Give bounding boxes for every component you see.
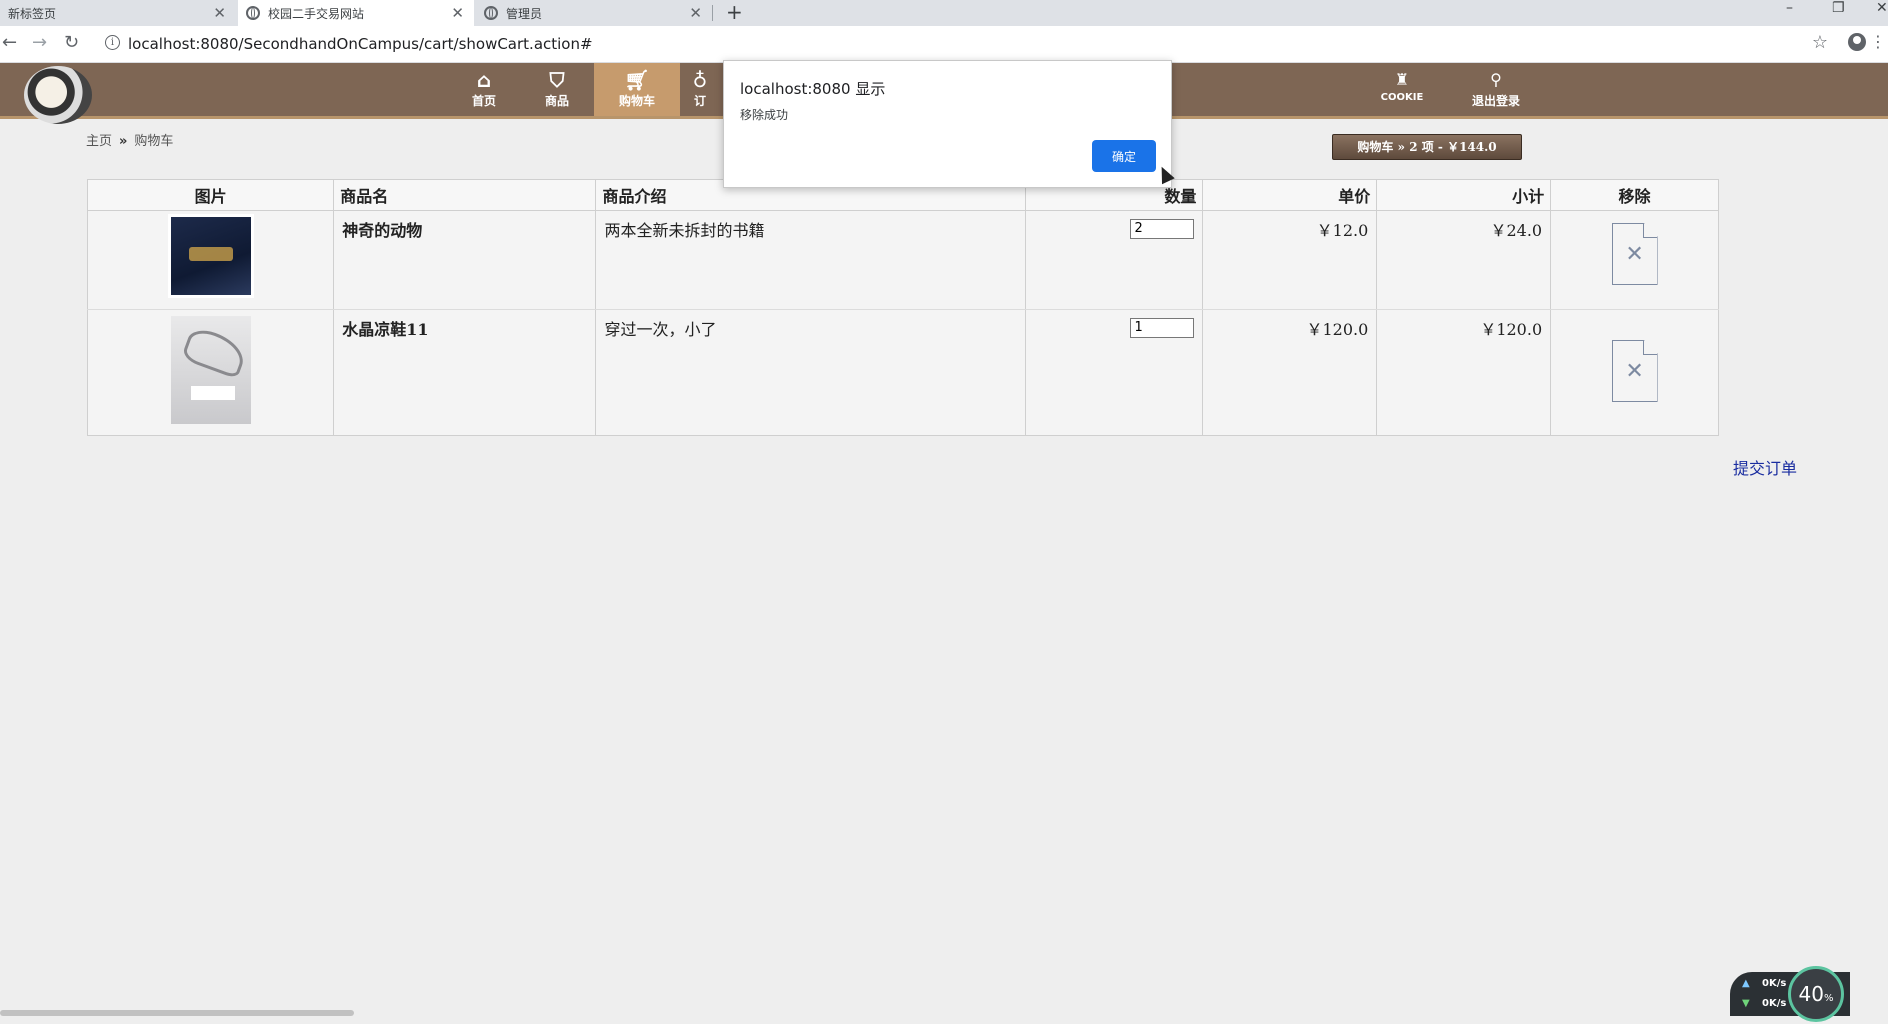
download-speed: 0K/s	[1762, 998, 1787, 1009]
remove-item-icon[interactable]: ✕	[1611, 340, 1658, 402]
bookmark-star-icon[interactable]: ☆	[1812, 32, 1828, 53]
cart-table: 图片 商品名 商品介绍 数量 单价 小计 移除 神奇的动物 两本全新未拆封的书籍…	[86, 179, 1719, 436]
cookie-icon: ♜	[1394, 70, 1410, 89]
tab-close-icon[interactable]: ✕	[689, 4, 702, 22]
product-name: 神奇的动物	[333, 210, 597, 310]
table-row: 神奇的动物 两本全新未拆封的书籍 ￥12.0 ￥24.0 ✕	[86, 210, 1719, 310]
browser-tab-bar: 新标签页 ✕ 校园二手交易网站 ✕ 管理员 ✕ + – ❐ ✕	[0, 0, 1888, 26]
remove-item-icon[interactable]: ✕	[1611, 223, 1658, 285]
tab-close-icon[interactable]: ✕	[451, 4, 464, 22]
account-icon[interactable]	[1848, 33, 1866, 51]
remove-cell: ✕	[1550, 210, 1719, 310]
nav-home[interactable]: ⌂ 首页	[448, 63, 520, 116]
nav-cookie[interactable]: ♜ COOKIE	[1364, 63, 1440, 116]
nav-home-label: 首页	[471, 94, 496, 108]
quantity-input[interactable]	[1130, 218, 1195, 239]
nav-cart-label: 购物车	[618, 94, 655, 108]
dialog-message: 移除成功	[740, 108, 789, 122]
product-image-cell	[86, 210, 335, 310]
horizontal-scrollbar[interactable]	[0, 1010, 354, 1016]
address-bar: ← → ↻ i localhost:8080/SecondhandOnCampu…	[0, 26, 1888, 63]
breadcrumb: 主页 » 购物车	[86, 130, 173, 149]
tab-admin[interactable]: 管理员 ✕	[476, 0, 712, 26]
info-icon[interactable]: i	[105, 35, 120, 50]
cpu-gauge[interactable]: 40%	[1788, 966, 1844, 1022]
back-arrow-icon[interactable]: ←	[2, 32, 17, 53]
alert-dialog: localhost:8080 显示 移除成功 确定	[723, 60, 1172, 188]
header-subtotal: 小计	[1376, 179, 1552, 211]
cart-icon: 🛒︎	[624, 68, 650, 92]
logout-icon: ⚲	[1490, 70, 1502, 89]
order-icon: ♁	[692, 68, 708, 92]
gauge-unit: %	[1823, 993, 1834, 1004]
tab-separator	[712, 5, 713, 21]
download-arrow-icon: ▼	[1742, 998, 1750, 1009]
cart-summary-badge[interactable]: 购物车 » 2 项 - ￥144.0	[1332, 134, 1522, 160]
nav-logout-label: 退出登录	[1471, 94, 1520, 108]
header-remove: 移除	[1550, 179, 1719, 211]
nav-products-label: 商品	[544, 94, 569, 108]
nav-logout[interactable]: ⚲ 退出登录	[1458, 63, 1534, 116]
product-image-shoe[interactable]	[170, 316, 251, 424]
new-tab-plus-icon[interactable]: +	[726, 0, 743, 24]
breadcrumb-current: 购物车	[134, 134, 174, 149]
restore-icon[interactable]: ❐	[1832, 0, 1845, 16]
globe-icon	[484, 6, 498, 20]
product-image-cell	[86, 309, 335, 436]
header-price: 单价	[1202, 179, 1378, 211]
reload-icon[interactable]: ↻	[64, 32, 79, 53]
tab-title: 新标签页	[8, 6, 57, 21]
quantity-cell	[1024, 210, 1204, 310]
subtotal: ￥120.0	[1376, 309, 1552, 436]
site-logo[interactable]	[24, 66, 92, 124]
more-menu-icon[interactable]: ⋮	[1870, 32, 1886, 51]
forward-arrow-icon[interactable]: →	[32, 32, 47, 53]
unit-price: ￥120.0	[1202, 309, 1378, 436]
breadcrumb-separator: »	[119, 134, 128, 149]
minimize-icon[interactable]: –	[1786, 0, 1793, 16]
quantity-input[interactable]	[1130, 317, 1195, 338]
table-row: 水晶凉鞋11 穿过一次，小了 ￥120.0 ￥120.0 ✕	[86, 309, 1719, 436]
upload-arrow-icon: ▲	[1742, 978, 1750, 989]
basket-icon: ⛉	[549, 68, 565, 92]
unit-price: ￥12.0	[1202, 210, 1378, 310]
tab-title: 管理员	[506, 6, 543, 21]
nav-orders[interactable]: ♁ 订	[680, 63, 720, 116]
breadcrumb-home[interactable]: 主页	[86, 134, 112, 149]
tab-close-icon[interactable]: ✕	[213, 4, 226, 22]
product-description: 两本全新未拆封的书籍	[595, 210, 1026, 310]
tab-new-tab[interactable]: 新标签页 ✕	[0, 0, 236, 26]
nav-products[interactable]: ⛉ 商品	[521, 63, 593, 116]
remove-cell: ✕	[1550, 309, 1719, 436]
gauge-value: 40	[1798, 982, 1824, 1006]
url-text[interactable]: localhost:8080/SecondhandOnCampus/cart/s…	[128, 35, 593, 53]
product-description: 穿过一次，小了	[595, 309, 1026, 436]
submit-order-link[interactable]: 提交订单	[1733, 455, 1797, 479]
tab-title: 校园二手交易网站	[268, 6, 365, 21]
header-image: 图片	[86, 179, 335, 211]
header-name: 商品名	[333, 179, 597, 211]
home-icon: ⌂	[476, 68, 492, 92]
nav-cookie-label: COOKIE	[1380, 92, 1424, 103]
subtotal: ￥24.0	[1376, 210, 1552, 310]
dialog-title: localhost:8080 显示	[740, 80, 886, 98]
close-window-icon[interactable]: ✕	[1876, 0, 1888, 16]
dialog-ok-button[interactable]: 确定	[1092, 140, 1156, 172]
tab-campus-site[interactable]: 校园二手交易网站 ✕	[238, 0, 474, 26]
nav-orders-label: 订	[693, 94, 706, 108]
product-name: 水晶凉鞋11	[333, 309, 597, 436]
nav-cart[interactable]: 🛒︎ 购物车	[594, 63, 680, 116]
product-image-book[interactable]	[170, 217, 251, 295]
upload-speed: 0K/s	[1762, 978, 1787, 989]
globe-icon	[246, 6, 260, 20]
quantity-cell	[1024, 309, 1204, 436]
